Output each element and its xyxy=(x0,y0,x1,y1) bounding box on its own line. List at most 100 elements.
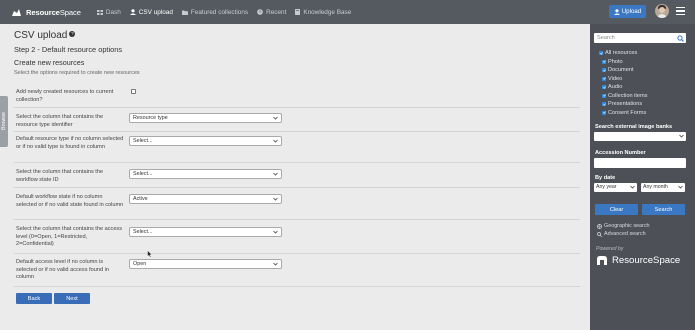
form-row-add-to-collection: Add newly created resources to current c… xyxy=(14,85,580,108)
add-to-collection-checkbox[interactable] xyxy=(131,89,136,94)
checkbox-checked-icon[interactable] xyxy=(602,68,606,72)
filter-consent-forms[interactable]: Consent Forms xyxy=(602,110,646,116)
user-avatar[interactable] xyxy=(655,4,669,18)
default-workflow-state-value: Active xyxy=(133,196,148,202)
resourcespace-footer-logo[interactable]: ResourceSpace xyxy=(596,255,680,266)
chevron-down-icon xyxy=(630,185,635,189)
nav-featured-collections[interactable]: Featured collections xyxy=(181,8,249,16)
default-resource-type-select[interactable]: Select... xyxy=(129,136,282,146)
form-row-workflow-state-column: Select the column that contains the work… xyxy=(14,166,580,188)
search-icon xyxy=(597,231,602,237)
accession-number-input[interactable] xyxy=(594,158,686,168)
dash-icon xyxy=(96,9,103,15)
chevron-down-icon xyxy=(273,116,278,120)
filter-document[interactable]: Document xyxy=(602,67,634,73)
nav-featured-label: Featured collections xyxy=(190,8,249,16)
next-button[interactable]: Next xyxy=(54,293,90,304)
form-row-default-resource-type: Default resource type if no column selec… xyxy=(14,133,580,163)
filter-label: Consent Forms xyxy=(608,109,647,116)
default-workflow-state-select[interactable]: Active xyxy=(129,194,282,204)
upload-user-icon xyxy=(613,8,620,15)
filter-label: All resources xyxy=(605,50,638,56)
nav-csv-upload-label: CSV upload xyxy=(138,8,173,16)
back-button[interactable]: Back xyxy=(16,293,52,304)
sidebar-search-button[interactable]: Search xyxy=(642,204,685,215)
filter-label: Audio xyxy=(608,84,623,90)
checkbox-checked-icon[interactable] xyxy=(602,59,606,64)
by-date-label: By date xyxy=(595,175,616,181)
page-title-text: CSV upload xyxy=(14,30,68,41)
browse-tab-label: Browse xyxy=(1,112,7,130)
app-logo[interactable]: ResourceSpace xyxy=(11,8,81,17)
accession-number-label: Accession Number xyxy=(595,150,646,156)
default-access-level-value: Open xyxy=(133,261,147,267)
form-row-default-access-level: Default access level if no column is sel… xyxy=(14,256,580,287)
filter-video[interactable]: Video xyxy=(602,76,622,82)
footer-brand-name: ResourceSpace xyxy=(612,255,681,266)
advanced-search-label: Advanced search xyxy=(604,231,646,237)
search-icon[interactable] xyxy=(677,34,684,42)
external-banks-select[interactable] xyxy=(594,132,686,141)
section-title: Create new resources xyxy=(14,58,85,67)
checkbox-checked-icon[interactable] xyxy=(599,51,603,55)
help-icon[interactable]: ? xyxy=(69,30,76,37)
checkbox-checked-icon[interactable] xyxy=(602,102,606,106)
globe-icon xyxy=(597,223,602,229)
nav-knowledge-base[interactable]: Knowledge Base xyxy=(295,9,351,16)
form-row-access-level-column: Select the column that contains the acce… xyxy=(14,222,580,254)
nav-dash[interactable]: Dash xyxy=(96,8,121,16)
form-row-resource-type-column: Select the column that contains the reso… xyxy=(14,110,580,132)
nav-recent[interactable]: Recent xyxy=(257,9,286,16)
filter-photo[interactable]: Photo xyxy=(602,59,623,65)
filter-audio[interactable]: Audio xyxy=(602,84,622,90)
geographic-search-label: Geographic search xyxy=(604,223,650,229)
checkbox-checked-icon[interactable] xyxy=(602,85,606,89)
upload-button[interactable]: Upload xyxy=(609,5,646,18)
section-description: Select the options required to create ne… xyxy=(14,70,140,76)
default-workflow-state-label: Default workflow state if no column sele… xyxy=(16,194,124,208)
nav-recent-label: Recent xyxy=(266,8,287,16)
search-sidebar: Search All resources Photo Document Vide… xyxy=(590,24,695,330)
default-resource-type-label: Default resource type if no column selec… xyxy=(16,136,124,150)
step-title: Step 2 - Default resource options xyxy=(14,45,123,54)
access-level-column-select[interactable]: Select... xyxy=(129,227,282,237)
month-select[interactable]: Any month xyxy=(641,183,685,192)
sidebar-search-input[interactable]: Search xyxy=(594,33,686,43)
hamburger-menu-icon[interactable] xyxy=(676,7,685,15)
filter-collection-items[interactable]: Collection items xyxy=(602,93,647,99)
filter-label: Collection items xyxy=(608,92,648,99)
access-level-column-value: Select... xyxy=(133,229,153,235)
advanced-search-link[interactable]: Advanced search xyxy=(597,231,646,237)
top-header: ResourceSpace Dash CSV upload Featured c… xyxy=(0,0,695,24)
app-name: ResourceSpace xyxy=(26,7,81,17)
chevron-down-icon xyxy=(679,134,684,138)
resource-type-column-select[interactable]: Resource type xyxy=(129,113,282,123)
powered-by-label: Powered by xyxy=(596,246,624,252)
sidebar-search-placeholder: Search xyxy=(597,35,615,41)
geographic-search-link[interactable]: Geographic search xyxy=(597,223,650,229)
year-select[interactable]: Any year xyxy=(594,183,637,192)
user-icon xyxy=(129,9,136,15)
workflow-state-column-value: Select... xyxy=(133,171,153,177)
checkbox-checked-icon[interactable] xyxy=(602,76,606,81)
filter-label: Document xyxy=(608,67,634,73)
chevron-down-icon xyxy=(273,230,278,234)
resourcespace-logo-icon xyxy=(597,256,607,265)
year-select-value: Any year xyxy=(596,184,617,190)
browse-tab[interactable]: Browse xyxy=(0,96,8,147)
folder-icon xyxy=(181,10,188,15)
clear-button[interactable]: Clear xyxy=(595,204,638,215)
nav-dash-label: Dash xyxy=(105,8,121,16)
upload-button-label: Upload xyxy=(621,8,642,15)
nav-knowledge-label: Knowledge Base xyxy=(303,8,352,16)
checkbox-checked-icon[interactable] xyxy=(602,93,606,98)
filter-presentations[interactable]: Presentations xyxy=(602,101,642,107)
checkbox-checked-icon[interactable] xyxy=(602,110,606,115)
default-access-level-label: Default access level if no column is sel… xyxy=(16,259,109,281)
clock-icon xyxy=(257,9,263,15)
default-access-level-select[interactable]: Open xyxy=(129,259,282,269)
workflow-state-column-select[interactable]: Select... xyxy=(129,169,282,179)
filter-all-resources[interactable]: All resources xyxy=(599,50,637,56)
nav-csv-upload[interactable]: CSV upload xyxy=(129,8,173,16)
access-level-column-label: Select the column that contains the acce… xyxy=(16,226,123,248)
